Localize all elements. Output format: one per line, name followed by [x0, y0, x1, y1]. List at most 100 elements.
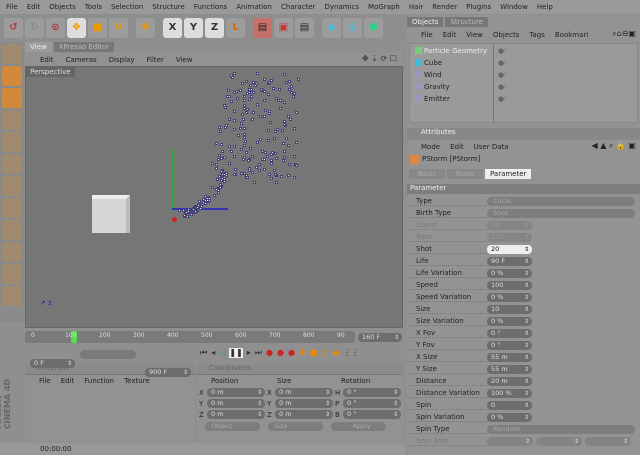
coord-field[interactable]: 0 ° — [343, 388, 401, 397]
view-menu-view[interactable]: View — [176, 56, 193, 64]
redo-icon[interactable]: ↻ — [25, 17, 44, 38]
coordinate-system-icon[interactable]: L — [226, 17, 245, 38]
tab-parameter[interactable]: Parameter — [485, 169, 532, 179]
view-menu-edit[interactable]: Edit — [40, 56, 54, 64]
select-icon[interactable]: ⊙ — [46, 17, 65, 38]
pause-icon[interactable]: ❚❚ — [229, 348, 243, 358]
x-axis-button[interactable]: X — [163, 17, 182, 38]
menu-plugins[interactable]: Plugins — [466, 3, 491, 11]
menu-file[interactable]: File — [6, 3, 18, 11]
param-field[interactable]: 0 ° — [487, 328, 532, 338]
coord-field[interactable]: 0 m — [275, 388, 333, 397]
coord-field[interactable]: 0 ° — [343, 410, 401, 419]
go-end-icon[interactable]: ⏭ — [255, 348, 262, 358]
coord-size-dropdown[interactable]: Size — [268, 422, 323, 431]
objects-menu-tags[interactable]: Tags — [529, 31, 545, 39]
frame-range-slider[interactable] — [80, 350, 136, 359]
visibility-dots-icon[interactable]: ●⁝ — [498, 83, 506, 91]
key-grid-icon[interactable]: ⋮⋮ — [343, 348, 359, 358]
object-gravity[interactable]: Gravity — [424, 83, 450, 91]
axis-mode-icon[interactable] — [2, 88, 22, 108]
param-field[interactable]: 55 m — [487, 352, 532, 362]
coord-field[interactable]: 0 m — [275, 410, 333, 419]
param-field[interactable]: 20 m — [487, 376, 532, 386]
tab-basic[interactable]: Basic — [409, 169, 445, 179]
cube-icon[interactable]: ◆ — [322, 17, 341, 38]
menu-hair[interactable]: Hair — [409, 3, 423, 11]
view-menu-display[interactable]: Display — [109, 56, 135, 64]
param-field[interactable]: 0 — [487, 400, 532, 410]
param-field[interactable]: 20 — [487, 244, 532, 254]
param-dropdown[interactable]: Circle — [487, 196, 635, 206]
key-rotate-icon[interactable]: ○ — [321, 348, 328, 358]
object-wind[interactable]: Wind — [424, 71, 442, 79]
menu-mograph[interactable]: MoGraph — [368, 3, 400, 11]
z-axis-button[interactable]: Z — [205, 17, 224, 38]
coord-mode-dropdown[interactable]: Object — [205, 422, 260, 431]
param-field[interactable]: 0 % — [487, 316, 532, 326]
sculpt-mode-icon[interactable] — [2, 286, 22, 306]
materials-menu-file[interactable]: File — [39, 377, 51, 385]
menu-selection[interactable]: Selection — [111, 3, 143, 11]
go-start-icon[interactable]: ⏮ — [200, 348, 207, 358]
param-field[interactable]: 55 m — [487, 364, 532, 374]
move-icon[interactable]: ✥ — [67, 17, 86, 38]
edge-mode-icon[interactable] — [2, 132, 22, 152]
render-settings-icon[interactable]: ▤ — [295, 17, 314, 38]
objects-menu-file[interactable]: File — [421, 31, 433, 39]
param-field[interactable]: 0 % — [487, 268, 532, 278]
objects-toolbar-icons[interactable]: ⌕⌂⊖▣ — [612, 29, 636, 39]
param-field[interactable]: 10 — [487, 304, 532, 314]
spline-icon[interactable]: § — [343, 17, 362, 38]
viewport[interactable]: Perspective ↗ z — [25, 66, 403, 328]
attributes-menu-edit[interactable]: Edit — [450, 143, 464, 151]
objects-menu-view[interactable]: View — [466, 31, 483, 39]
layout-mode-icon[interactable] — [2, 44, 22, 64]
rotate-icon[interactable]: ↻ — [109, 17, 128, 38]
key-move-icon[interactable]: ✥ — [299, 348, 306, 358]
visibility-dots-icon[interactable]: ●⁝ — [498, 95, 506, 103]
workplane-mode-icon[interactable] — [2, 198, 22, 218]
coord-field[interactable]: 0 m — [207, 388, 265, 397]
menu-help[interactable]: Help — [537, 3, 553, 11]
visibility-dots-icon[interactable]: ●⁝ — [498, 71, 506, 79]
menu-edit[interactable]: Edit — [27, 3, 41, 11]
param-field[interactable]: 0 ° — [487, 340, 532, 350]
attributes-menu-mode[interactable]: Mode — [421, 143, 440, 151]
y-axis-button[interactable]: Y — [184, 17, 203, 38]
materials-menu-edit[interactable]: Edit — [61, 377, 75, 385]
tab-objects[interactable]: Objects — [407, 17, 444, 27]
materials-menu-function[interactable]: Function — [84, 377, 114, 385]
menu-functions[interactable]: Functions — [194, 3, 227, 11]
tab-node[interactable]: Node — [447, 169, 483, 179]
objects-menu-objects[interactable]: Objects — [493, 31, 519, 39]
menu-animation[interactable]: Animation — [236, 3, 272, 11]
coord-field[interactable]: 0 m — [275, 399, 333, 408]
object-emitter[interactable]: Emitter — [424, 95, 450, 103]
texture-mode-icon[interactable] — [2, 176, 22, 196]
start-frame-field[interactable]: 0 F — [30, 359, 75, 368]
record-icon[interactable]: ● — [266, 348, 273, 358]
viewport-nav-icons[interactable]: ✥ ⇣ ⟳ ☐ — [362, 54, 397, 63]
tab-xpresso-editor[interactable]: XPresso Editor — [53, 42, 115, 52]
coord-field[interactable]: 0 m — [207, 399, 265, 408]
view-menu-cameras[interactable]: Cameras — [66, 56, 97, 64]
param-dropdown[interactable]: Shot — [487, 208, 635, 218]
scale-icon[interactable]: ■ — [88, 17, 107, 38]
next-frame-icon[interactable]: ▸ — [247, 348, 251, 358]
visibility-dots-icon[interactable]: ●⁝ — [498, 47, 506, 55]
apply-button[interactable]: Apply — [331, 422, 386, 431]
render-view-icon[interactable]: ▤ — [253, 17, 272, 38]
key-param-icon[interactable]: ◉ — [332, 348, 339, 358]
menu-window[interactable]: Window — [500, 3, 528, 11]
tab-view[interactable]: View — [25, 42, 52, 52]
add-icon[interactable]: ✚ — [136, 17, 155, 38]
objects-menu-bookmarl[interactable]: Bookmarl — [555, 31, 588, 39]
menu-render[interactable]: Render — [432, 3, 457, 11]
keyframe-icon[interactable]: ● — [288, 348, 295, 358]
grid-mode-icon[interactable] — [2, 264, 22, 284]
object-cube[interactable]: Cube — [424, 59, 442, 67]
undo-icon[interactable]: ↺ — [4, 17, 23, 38]
point-mode-icon[interactable] — [2, 154, 22, 174]
coord-field[interactable]: 0 ° — [343, 399, 401, 408]
